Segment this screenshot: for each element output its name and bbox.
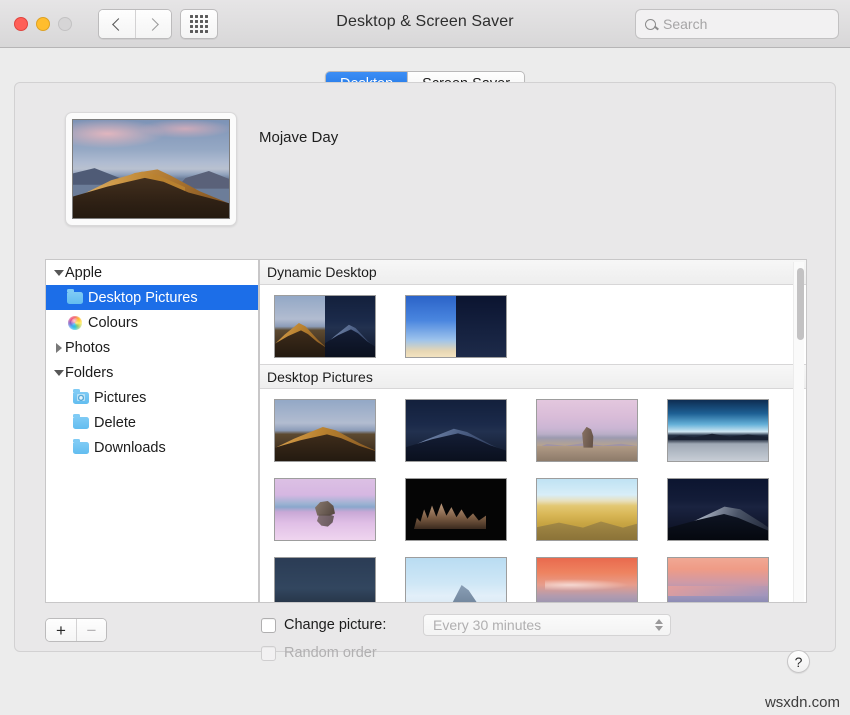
sidebar-item-label: Photos (65, 340, 110, 356)
thumbnail-mojave-dynamic[interactable] (274, 295, 376, 358)
sidebar-item-label: Desktop Pictures (88, 290, 198, 306)
thumbnail-row (260, 389, 806, 468)
change-picture-label: Change picture: (284, 617, 386, 633)
thumbnail-desert-mesa[interactable] (536, 399, 638, 462)
thumbnail-salt-flat[interactable] (667, 399, 769, 462)
stepper-icon[interactable] (655, 619, 663, 631)
random-order-checkbox (261, 646, 276, 661)
mojave-day-artwork (73, 120, 229, 218)
sidebar-item-downloads[interactable]: Downloads (46, 435, 258, 460)
thumbnail-row (260, 468, 806, 547)
thumbnail-yellow-dunes[interactable] (536, 478, 638, 541)
sidebar-item-label: Delete (94, 415, 136, 431)
help-button[interactable]: ? (787, 650, 810, 673)
gallery-scrollbar[interactable] (793, 262, 804, 602)
disclosure-triangle-photos[interactable] (52, 343, 65, 353)
thumbnail-mojave-day[interactable] (274, 399, 376, 462)
preview-picture-name: Mojave Day (259, 129, 338, 146)
change-interval-value: Every 30 minutes (433, 617, 541, 633)
folder-icon (71, 417, 91, 429)
thumbnail-blue-night[interactable] (274, 557, 376, 603)
folder-photos-icon (71, 392, 91, 404)
add-folder-button[interactable]: + (46, 619, 76, 641)
thumbnail-solar-gradients[interactable] (405, 295, 507, 358)
sidebar-item-pictures[interactable]: Pictures (46, 385, 258, 410)
thumbnail-dark-dune[interactable] (667, 478, 769, 541)
remove-folder-button: − (76, 619, 106, 641)
search-field[interactable] (635, 9, 839, 39)
preferences-panel: Mojave Day Apple Desktop Pictures Colour… (14, 82, 836, 652)
scrollbar-thumb[interactable] (797, 268, 804, 340)
disclosure-triangle-folders[interactable] (52, 370, 65, 376)
sidebar-item-label: Colours (88, 315, 138, 331)
sidebar-item-label: Pictures (94, 390, 146, 406)
sidebar-item-label: Folders (65, 365, 113, 381)
thumbnail-row (260, 285, 806, 364)
disclosure-triangle-apple[interactable] (52, 270, 65, 276)
add-remove-folder-buttons: + − (45, 618, 107, 642)
sidebar-item-label: Downloads (94, 440, 166, 456)
search-icon (645, 19, 656, 30)
color-wheel-icon (65, 316, 85, 330)
sidebar-item-colours[interactable]: Colours (46, 310, 258, 335)
sidebar-item-delete[interactable]: Delete (46, 410, 258, 435)
thumbnail-pink-lake[interactable] (274, 478, 376, 541)
thumbnail-coral-sunset[interactable] (536, 557, 638, 603)
group-header-desktop-pictures: Desktop Pictures (260, 364, 806, 389)
change-interval-popup[interactable]: Every 30 minutes (423, 614, 671, 636)
watermark: wsxdn.com (765, 694, 840, 711)
folder-icon (71, 442, 91, 454)
source-list: Apple Desktop Pictures Colours Photos Fo… (45, 259, 259, 603)
thumbnail-row (260, 547, 806, 603)
thumbnail-pink-sky[interactable] (667, 557, 769, 603)
random-order-label: Random order (284, 645, 377, 661)
window-titlebar: Desktop & Screen Saver (0, 0, 850, 48)
sidebar-item-label: Apple (65, 265, 102, 281)
sidebar-item-photos[interactable]: Photos (46, 335, 258, 360)
search-input[interactable] (663, 16, 823, 32)
preview-image (72, 119, 230, 219)
picture-gallery[interactable]: Dynamic Desktop Desktop Pictures (259, 259, 807, 603)
desktop-preview (65, 112, 237, 226)
folder-icon (65, 292, 85, 304)
sidebar-item-apple[interactable]: Apple (46, 260, 258, 285)
sidebar-item-folders[interactable]: Folders (46, 360, 258, 385)
thumbnail-light-mountain[interactable] (405, 557, 507, 603)
random-order-row: Random order (261, 645, 377, 661)
group-header-dynamic-desktop: Dynamic Desktop (260, 260, 806, 285)
change-picture-checkbox[interactable] (261, 618, 276, 633)
thumbnail-mono-lake-tufa[interactable] (405, 478, 507, 541)
thumbnail-mojave-night[interactable] (405, 399, 507, 462)
sidebar-item-desktop-pictures[interactable]: Desktop Pictures (46, 285, 258, 310)
change-picture-row: Change picture: (261, 617, 386, 633)
